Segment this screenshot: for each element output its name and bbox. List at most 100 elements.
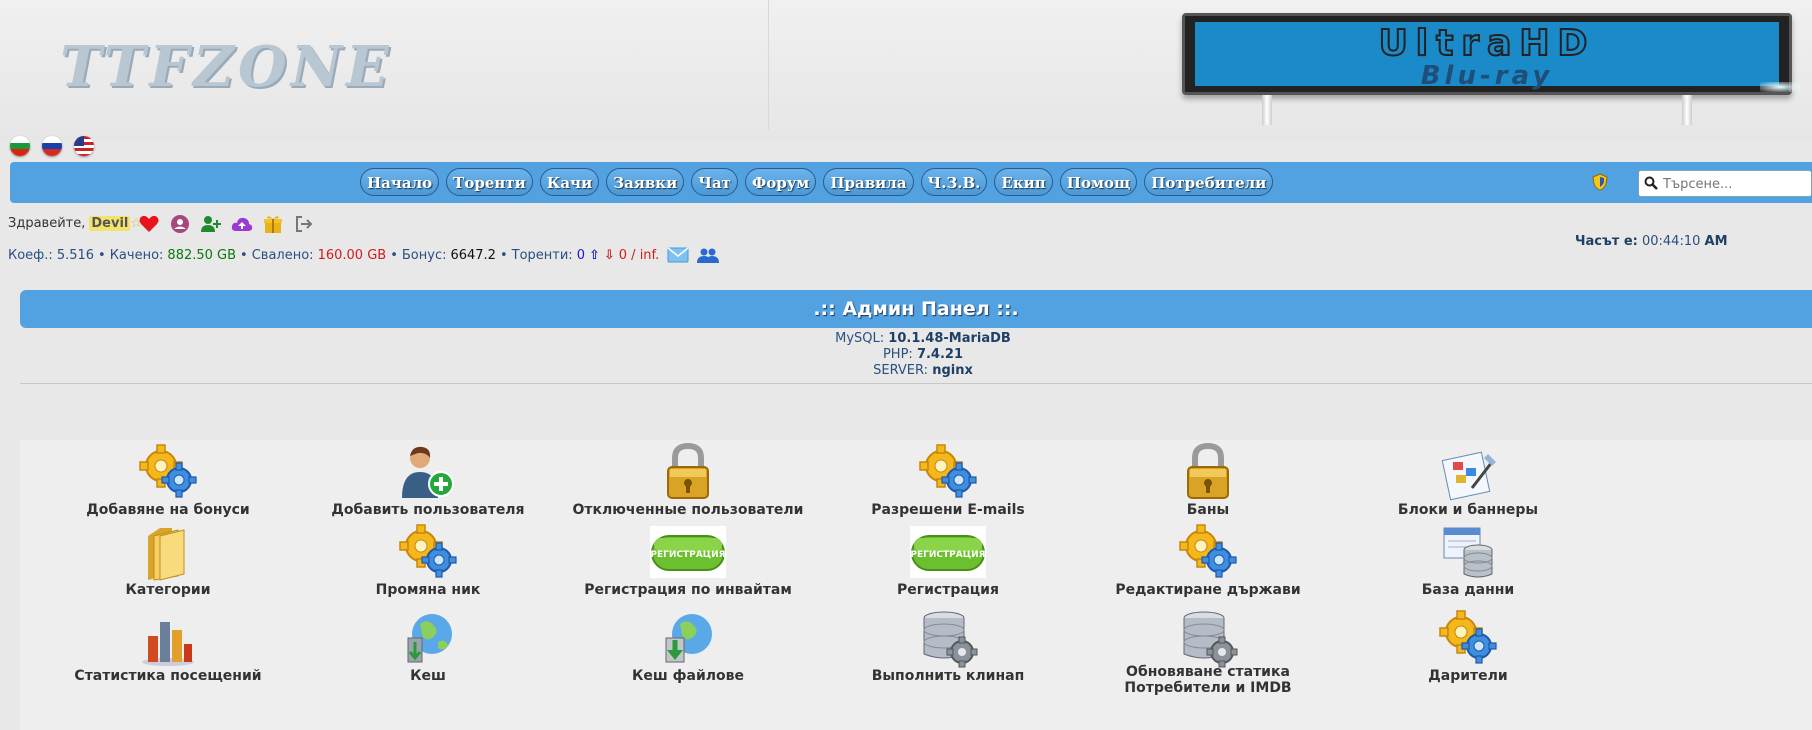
gift-icon[interactable] (262, 213, 284, 235)
registration-icon[interactable]: РЕГИСТРАЦИЯ (908, 522, 988, 582)
bonus-label: Бонус: (401, 247, 447, 263)
admin-tool-label[interactable]: База данни (1318, 582, 1618, 598)
admin-tool[interactable]: База данни (1318, 522, 1618, 598)
mysql-label: MySQL: (835, 331, 885, 346)
admin-tool-label[interactable]: Обновяване статика Потребители и IMDB (1078, 664, 1338, 696)
admin-tool-label[interactable]: Разрешени E-mails (798, 502, 1098, 518)
admin-tool[interactable]: Добавить пользователя (278, 442, 578, 518)
nav-items: Начало Торенти Качи Заявки Чат Форум Правила Ч.… (360, 168, 1274, 196)
admin-tool-label[interactable]: Кеш файлове (538, 668, 838, 684)
separator: • (240, 247, 248, 263)
admin-tool-label[interactable]: Регистрация по инвайтам (538, 582, 838, 598)
admin-tool-label[interactable]: Регистрация (798, 582, 1098, 598)
ratio-value: 5.516 (56, 247, 95, 263)
nav-item[interactable]: Ч.З.В. (920, 168, 988, 196)
server-gear-icon[interactable] (1178, 608, 1238, 668)
user-bar: Здравейте, Devil ☆ Коеф.: 5.516 • Качено… (0, 210, 1812, 270)
banner-leg (1682, 95, 1692, 125)
nav-item[interactable]: Торенти (446, 168, 533, 196)
admin-tool[interactable]: Категории (18, 522, 318, 598)
nav-item[interactable]: Помощ (1059, 168, 1138, 196)
bar-chart-icon[interactable] (138, 608, 198, 668)
users-icon[interactable] (697, 246, 720, 264)
nav-item[interactable]: Заявки (606, 168, 685, 196)
gears-icon[interactable] (918, 442, 978, 502)
leeching-count: 0 / inf. (618, 247, 660, 263)
admin-tool-label[interactable]: Дарители (1318, 668, 1618, 684)
add-user-icon[interactable] (200, 213, 222, 235)
admin-tool[interactable]: РЕГИСТРАЦИЯ Регистрация по инвайтам (538, 522, 838, 598)
admin-tool[interactable]: РЕГИСТРАЦИЯ Регистрация (798, 522, 1098, 598)
bulgarian-flag-icon[interactable] (10, 136, 30, 156)
site-logo[interactable]: TTFZONE (60, 34, 393, 100)
search-input[interactable] (1661, 173, 1812, 195)
mail-icon[interactable] (667, 247, 689, 263)
lock-icon[interactable] (1178, 442, 1238, 502)
admin-tool[interactable]: Редактиране държави (1058, 522, 1358, 598)
logout-icon[interactable] (293, 213, 315, 235)
admin-tool[interactable]: Кеш файлове (538, 608, 838, 684)
profile-icon[interactable] (169, 213, 191, 235)
add-user-icon[interactable] (398, 442, 458, 502)
nav-item[interactable]: Правила (823, 168, 914, 196)
server-name: nginx (932, 363, 973, 378)
gears-icon[interactable] (138, 442, 198, 502)
admin-tool-label[interactable]: Блоки и баннеры (1318, 502, 1618, 518)
registration-icon[interactable]: РЕГИСТРАЦИЯ (648, 522, 728, 582)
admin-tool[interactable]: Блоки и баннеры (1318, 442, 1618, 518)
gears-icon[interactable] (398, 522, 458, 582)
server-label: SERVER: (873, 363, 929, 378)
uhd-banner[interactable]: UltraHD Blu-ray (1182, 13, 1792, 95)
server-gear-icon[interactable] (918, 608, 978, 668)
lock-icon[interactable] (658, 442, 718, 502)
server-time: Часът е: 00:44:10 AM (1575, 234, 1728, 249)
admin-tool-label[interactable]: Статистика посещений (18, 668, 318, 684)
blocks-icon[interactable] (1438, 442, 1498, 502)
admin-tool[interactable]: Отключенные пользователи (538, 442, 838, 518)
admin-tool-label[interactable]: Добавить пользователя (278, 502, 578, 518)
nav-item[interactable]: Качи (539, 168, 600, 196)
nav-item[interactable]: Начало (360, 168, 440, 196)
gears-icon[interactable] (1178, 522, 1238, 582)
bonus-value[interactable]: 6647.2 (450, 248, 496, 263)
upload-cloud-icon[interactable] (231, 213, 253, 235)
usa-flag-icon[interactable] (74, 136, 94, 156)
russian-flag-icon[interactable] (42, 136, 62, 156)
database-icon[interactable] (1438, 522, 1498, 582)
admin-tool[interactable]: Обновяване статика Потребители и IMDB (1058, 608, 1358, 696)
seeding-count: 0 (576, 247, 585, 263)
separator: • (390, 247, 398, 263)
user-nick[interactable]: Devil (89, 216, 131, 231)
banner-subtitle: Blu-ray (1420, 61, 1554, 91)
gears-icon[interactable] (1438, 608, 1498, 668)
folder-icon[interactable] (138, 522, 198, 582)
admin-tool[interactable]: Статистика посещений (18, 608, 318, 684)
admin-tool[interactable]: Выполнить клинап (798, 608, 1098, 684)
admin-tool-label[interactable]: Редактиране държави (1058, 582, 1358, 598)
globe-download-icon[interactable] (658, 608, 718, 668)
globe-cache-icon[interactable] (398, 608, 458, 668)
admin-tool[interactable]: Баны (1058, 442, 1358, 518)
nav-item[interactable]: Чат (691, 168, 738, 196)
admin-tool[interactable]: Разрешени E-mails (798, 442, 1098, 518)
banner-title: UltraHD (1378, 23, 1596, 65)
downloaded-value: 160.00 GB (317, 247, 387, 263)
admin-tool-label[interactable]: Категории (18, 582, 318, 598)
heart-icon[interactable] (138, 213, 160, 235)
server-software-info: SERVER: nginx (0, 363, 1812, 379)
admin-tool[interactable]: Дарители (1318, 608, 1618, 684)
badge-text: РЕГИСТРАЦИЯ (910, 550, 985, 560)
admin-tool[interactable]: Промяна ник (278, 522, 578, 598)
admin-tool[interactable]: Кеш (278, 608, 578, 684)
admin-tool-label[interactable]: Кеш (278, 668, 578, 684)
admin-tool[interactable]: Добавяне на бонуси (18, 442, 318, 518)
admin-tool-label[interactable]: Промяна ник (278, 582, 578, 598)
nav-item[interactable]: Екип (994, 168, 1053, 196)
admin-tool-label[interactable]: Отключенные пользователи (538, 502, 838, 518)
admin-tool-label[interactable]: Баны (1058, 502, 1358, 518)
nav-item[interactable]: Потребители (1144, 168, 1274, 196)
admin-tool-label[interactable]: Добавяне на бонуси (18, 502, 318, 518)
shield-icon[interactable] (1592, 173, 1608, 191)
nav-item[interactable]: Форум (744, 168, 817, 196)
admin-tool-label[interactable]: Выполнить клинап (798, 668, 1098, 684)
